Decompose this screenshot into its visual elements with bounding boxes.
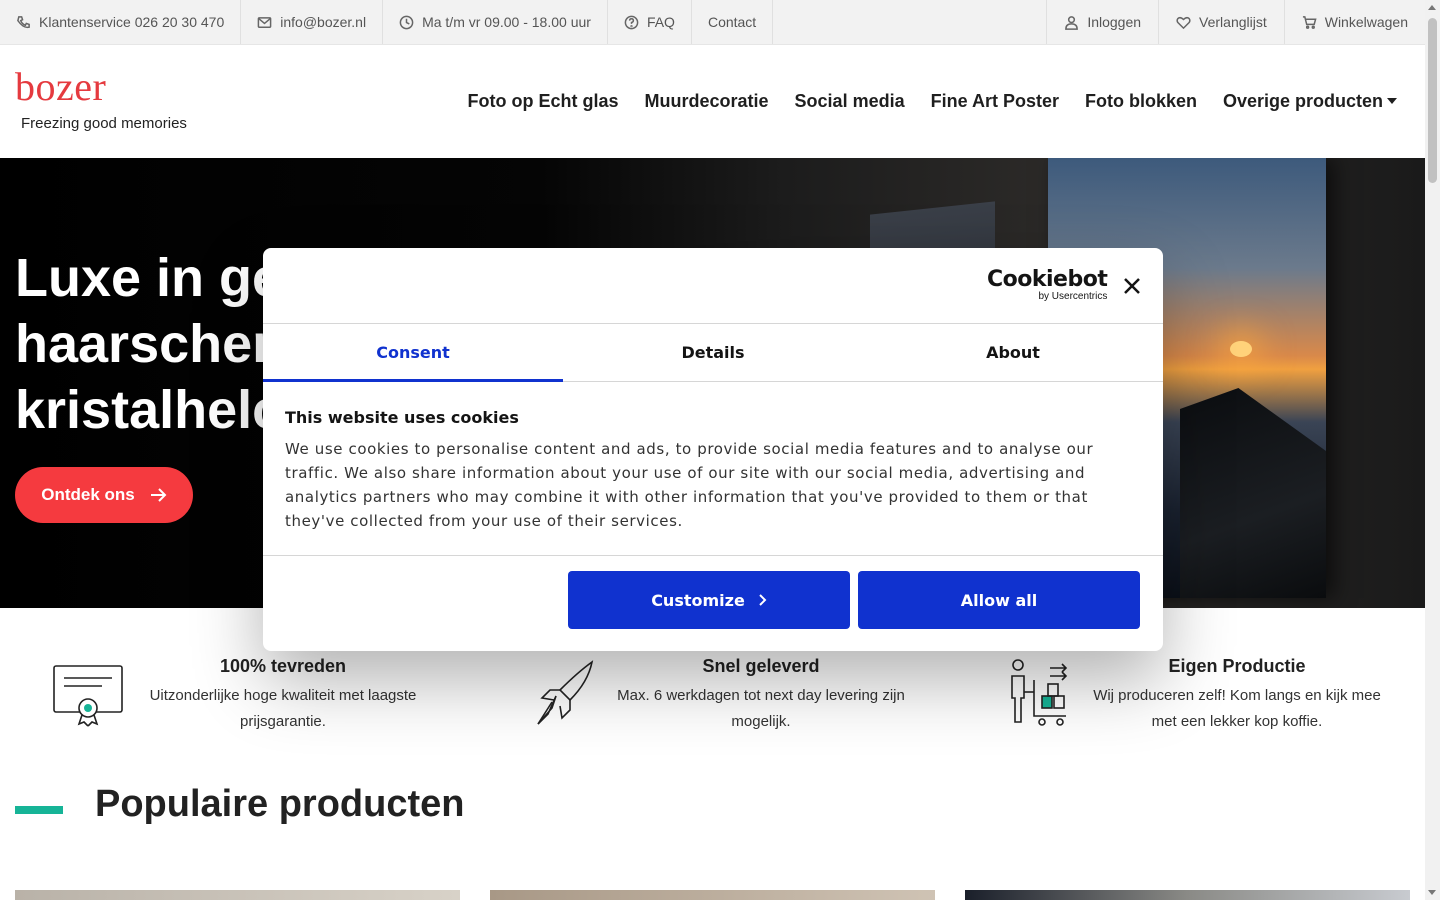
topbar-right: Inloggen Verlanglijst Winkelwagen [1046, 0, 1425, 44]
usp-satisfaction-title: 100% tevreden [219, 656, 347, 676]
topbar-email-label: info@bozer.nl [280, 14, 367, 30]
scroll-up-arrow-icon[interactable] [1428, 5, 1436, 10]
cookie-close-button[interactable] [1121, 276, 1143, 298]
hero-discover-label: Ontdek ons [41, 485, 135, 504]
nav-overige-producten-label: Overige producten [1222, 91, 1383, 111]
tab-consent[interactable]: Consent [263, 324, 563, 382]
cookiebot-byline: by Usercentrics [1038, 291, 1108, 302]
cookie-dialog-text: We use cookies to personalise content an… [285, 440, 1094, 530]
topbar-phone[interactable]: Klantenservice 026 20 30 470 [0, 0, 242, 44]
cookiebot-logo: Cookiebot by Usercentrics [987, 267, 1108, 303]
user-icon [1065, 15, 1079, 30]
scrollbar-thumb[interactable] [1428, 18, 1437, 183]
usp-satisfaction-text: 100% tevreden Uitzonderlijke hoge kwalit… [138, 650, 428, 735]
arrow-right-icon [150, 488, 167, 502]
usp-delivery-text: Snel geleverd Max. 6 werkdagen tot next … [616, 650, 906, 735]
topbar-login-label: Inloggen [1087, 14, 1142, 30]
logo-tagline: Freezing good memories [21, 115, 187, 132]
topbar-faq[interactable]: FAQ [608, 0, 692, 44]
hero-title: Luxe in ge haarscher kristalhelc [15, 248, 283, 440]
nav-foto-blokken[interactable]: Foto blokken [1085, 91, 1197, 112]
nav-overige-producten[interactable]: Overige producten [1223, 91, 1397, 112]
cart-icon [1302, 15, 1317, 29]
topbar-phone-label: Klantenservice 026 20 30 470 [39, 14, 225, 30]
caret-down-icon [1387, 98, 1397, 104]
cookie-consent-dialog: Cookiebot by Usercentrics Consent Detail… [263, 248, 1163, 651]
heart-icon [1176, 16, 1191, 29]
topbar-hours: Ma t/m vr 09.00 - 18.00 uur [383, 0, 608, 44]
product-card[interactable] [490, 890, 935, 900]
phone-icon [17, 15, 30, 28]
chevron-right-icon [759, 594, 767, 606]
cookiebot-wordmark: Cookiebot [987, 267, 1108, 292]
tab-about[interactable]: About [863, 324, 1163, 381]
cookie-allow-all-label: Allow all [960, 590, 1038, 610]
cookie-customize-label: Customize [651, 590, 745, 610]
nav-social-media[interactable]: Social media [795, 91, 905, 112]
site-logo[interactable]: bozer Freezing good memories [15, 64, 187, 133]
product-card[interactable] [965, 890, 1410, 900]
cookie-dialog-body: This website uses cookies We use cookies… [263, 382, 1163, 556]
usp-production: Eigen Productie Wij produceren zelf! Kom… [1006, 650, 1382, 735]
site-header: bozer Freezing good memories Foto op Ech… [0, 45, 1425, 158]
usp-production-desc: Wij produceren zelf! Kom langs en kijk m… [1093, 687, 1381, 730]
popular-title: Populaire producten [95, 783, 465, 825]
rocket-icon [537, 660, 594, 725]
hero-sun [1230, 341, 1252, 357]
topbar-wishlist[interactable]: Verlanglijst [1158, 0, 1284, 44]
scroll-down-arrow-icon[interactable] [1428, 890, 1436, 895]
logo-wordmark: bozer [15, 64, 107, 109]
cookie-tabs: Consent Details About [263, 324, 1163, 382]
usp-delivery-title: Snel geleverd [702, 656, 820, 676]
usp-production-text: Eigen Productie Wij produceren zelf! Kom… [1092, 650, 1382, 735]
certificate-icon [53, 665, 123, 727]
close-icon [1124, 277, 1140, 294]
nav-foto-op-echt-glas[interactable]: Foto op Echt glas [468, 91, 619, 112]
usp-production-title: Eigen Productie [1168, 656, 1306, 676]
topbar-cart[interactable]: Winkelwagen [1283, 0, 1425, 44]
topbar-login[interactable]: Inloggen [1046, 0, 1158, 44]
main-nav: Foto op Echt glas Muurdecoratie Social m… [468, 45, 1397, 158]
topbar-faq-label: FAQ [646, 14, 675, 30]
popular-accent-bar [15, 806, 63, 814]
cookie-dialog-actions: Customize Allow all [263, 556, 1163, 651]
question-icon [624, 15, 639, 29]
cookie-customize-button[interactable]: Customize [568, 571, 850, 629]
mail-icon [257, 16, 272, 28]
cookie-dialog-title: This website uses cookies [285, 408, 519, 427]
page-scrollbar[interactable] [1425, 0, 1440, 900]
hero-discover-button[interactable]: Ontdek ons [15, 467, 193, 523]
product-card[interactable] [15, 890, 460, 900]
tab-details[interactable]: Details [563, 324, 863, 381]
topbar-cart-label: Winkelwagen [1324, 14, 1408, 30]
topbar-wishlist-label: Verlanglijst [1199, 14, 1267, 30]
topbar-contact[interactable]: Contact [692, 0, 774, 44]
usp-delivery-desc: Max. 6 werkdagen tot next day levering z… [617, 687, 905, 730]
nav-fine-art-poster[interactable]: Fine Art Poster [931, 91, 1059, 112]
topbar-left: Klantenservice 026 20 30 470 info@bozer.… [0, 0, 774, 44]
topbar-contact-label: Contact [707, 14, 757, 30]
nav-muurdecoratie[interactable]: Muurdecoratie [645, 91, 769, 112]
usp-satisfaction-desc: Uitzonderlijke hoge kwaliteit met laagst… [149, 687, 417, 730]
cookie-allow-all-button[interactable]: Allow all [858, 571, 1140, 629]
cookie-dialog-header: Cookiebot by Usercentrics [263, 248, 1163, 324]
usp-delivery: Snel geleverd Max. 6 werkdagen tot next … [530, 650, 906, 735]
usp-satisfaction: 100% tevreden Uitzonderlijke hoge kwalit… [52, 650, 428, 735]
topbar-hours-label: Ma t/m vr 09.00 - 18.00 uur [422, 14, 591, 30]
topbar-email[interactable]: info@bozer.nl [241, 0, 384, 44]
top-utility-bar: Klantenservice 026 20 30 470 info@bozer.… [0, 0, 1425, 45]
clock-icon [399, 15, 414, 29]
warehouse-worker-icon [1011, 659, 1068, 726]
